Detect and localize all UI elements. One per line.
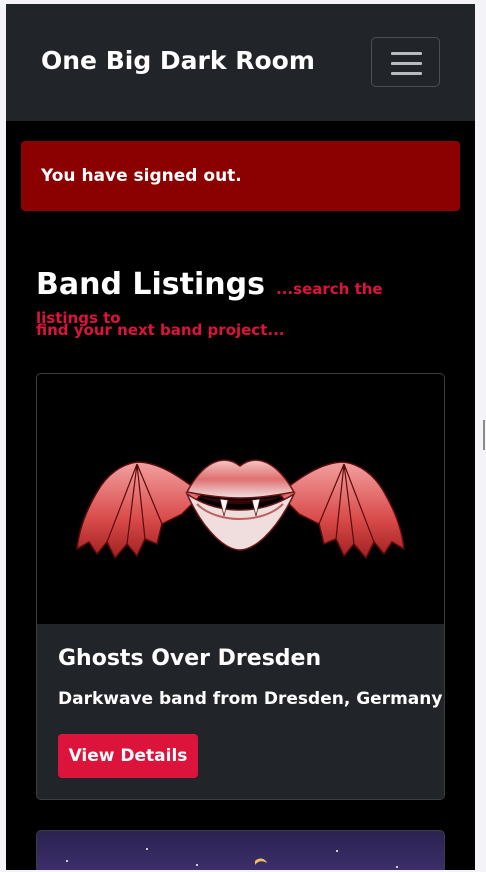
band-description: Darkwave band from Dresden, Germany bbox=[58, 689, 443, 709]
tagline-continued: find your next band project... bbox=[36, 321, 285, 339]
band-card: Ghosts Over Dresden Darkwave band from D… bbox=[36, 373, 445, 800]
scrollbar-thumb[interactable] bbox=[483, 420, 485, 450]
navbar: One Big Dark Room bbox=[6, 4, 475, 121]
hamburger-icon bbox=[391, 52, 422, 55]
view-details-button[interactable]: View Details bbox=[58, 734, 198, 778]
hamburger-icon-bar bbox=[391, 72, 422, 75]
brand-link[interactable]: One Big Dark Room bbox=[41, 46, 315, 75]
winged-lips-image bbox=[76, 459, 405, 560]
listings-header: Band Listings ...search the listings to … bbox=[36, 262, 446, 339]
hamburger-icon-bar bbox=[391, 62, 422, 65]
night-sky-image bbox=[66, 848, 398, 868]
signout-alert: You have signed out. bbox=[21, 141, 460, 211]
navbar-toggler-button[interactable] bbox=[371, 37, 440, 87]
band-title: Ghosts Over Dresden bbox=[58, 646, 322, 671]
page: One Big Dark Room You have signed out. B… bbox=[6, 4, 475, 870]
alert-message: You have signed out. bbox=[41, 166, 242, 186]
page-title: Band Listings bbox=[36, 267, 265, 302]
band-image bbox=[37, 374, 444, 624]
band-card-body: Ghosts Over Dresden Darkwave band from D… bbox=[37, 624, 444, 799]
band-card-next bbox=[36, 830, 445, 870]
